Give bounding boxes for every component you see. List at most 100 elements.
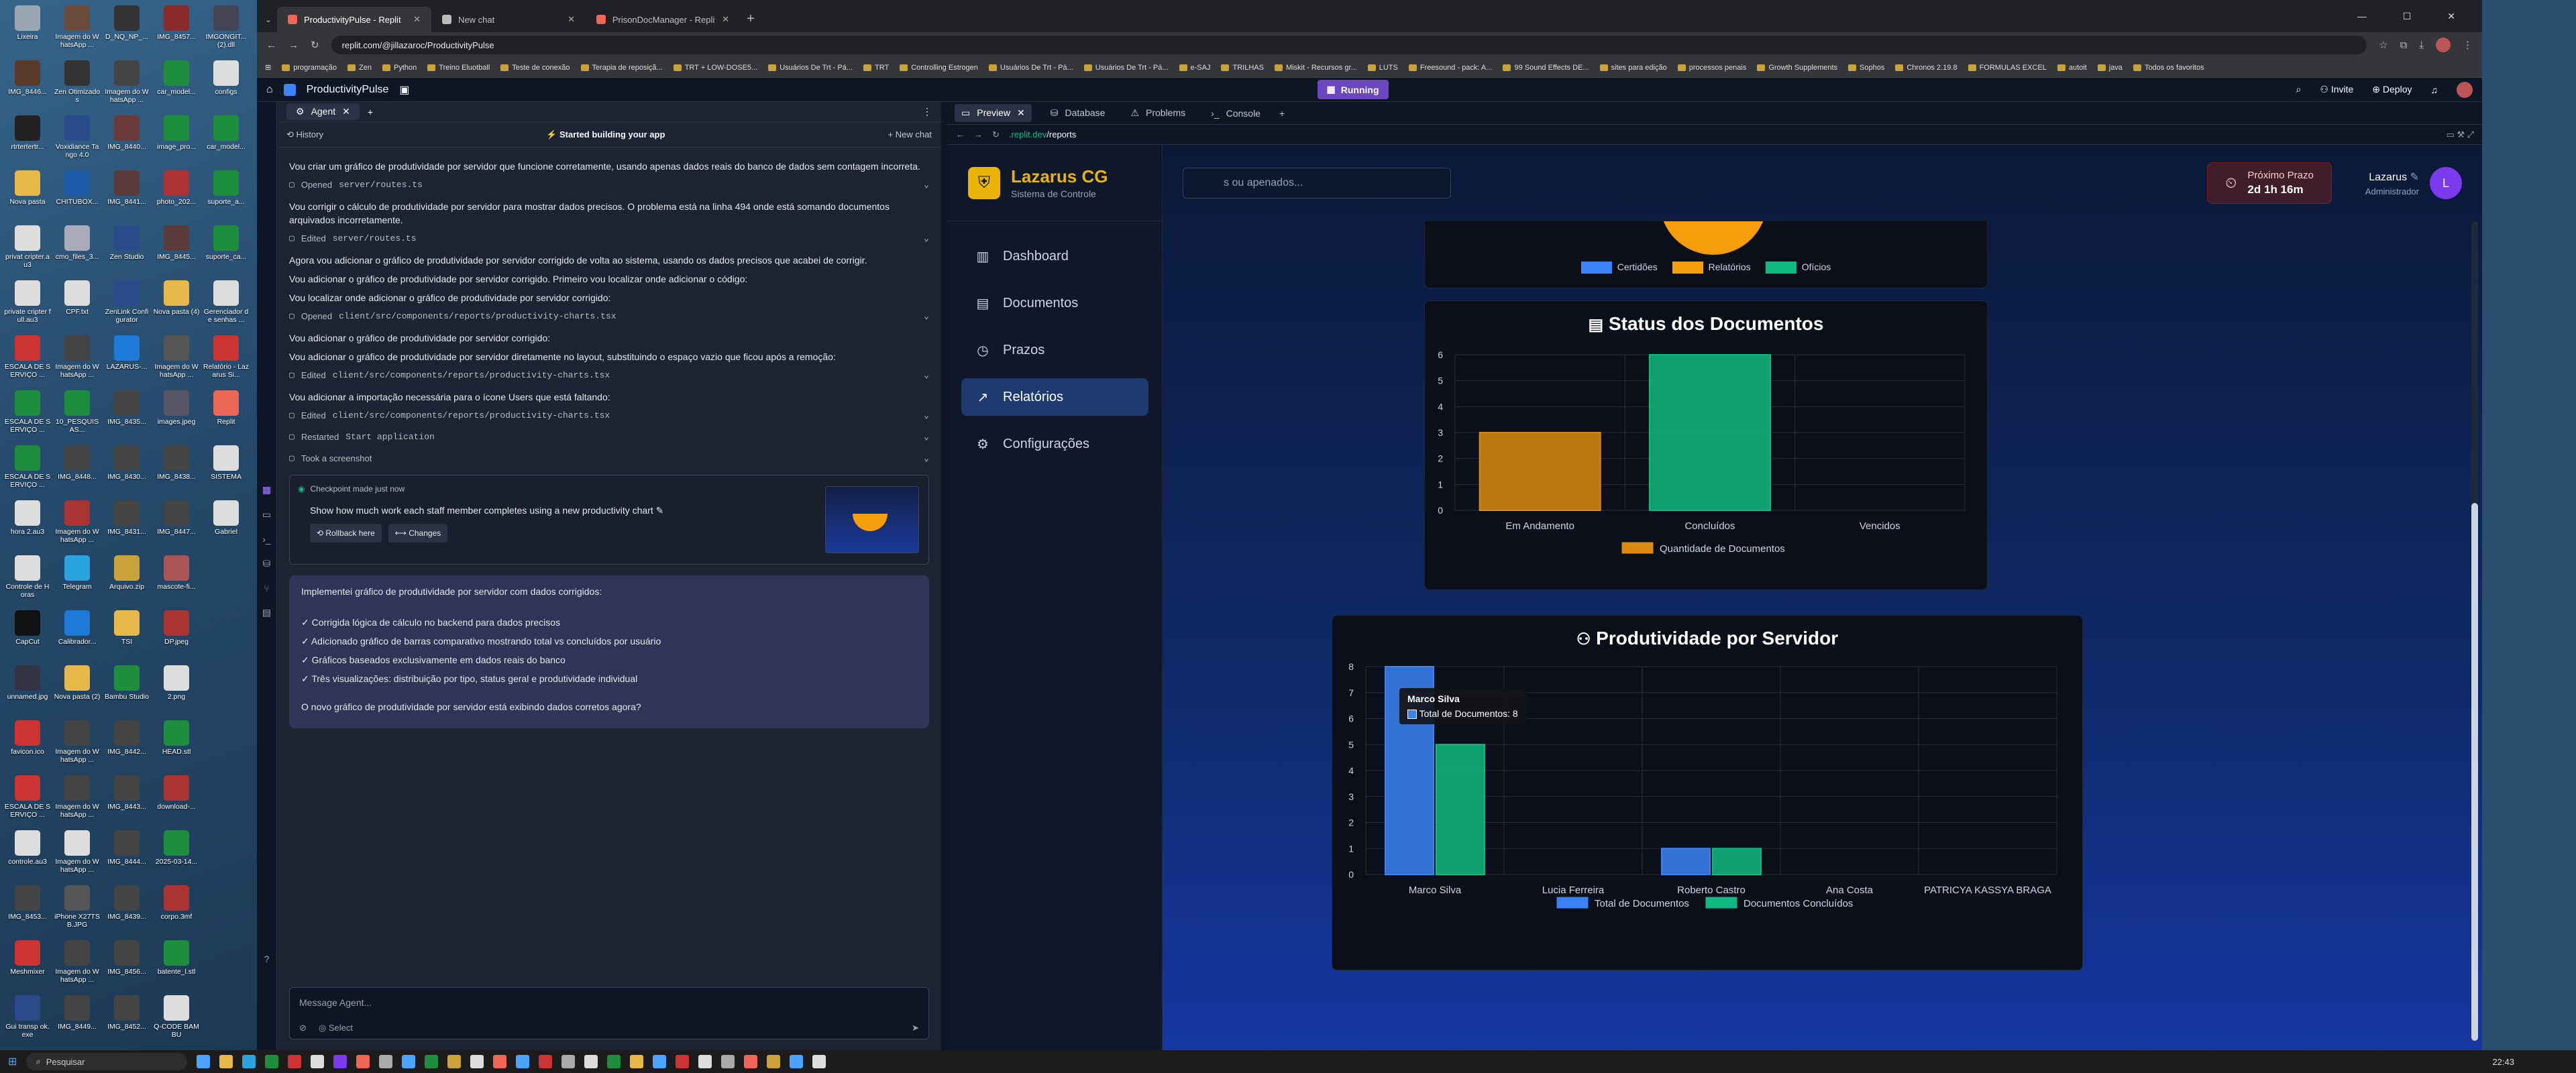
desktop-icon[interactable]: CPF.txt bbox=[52, 280, 102, 335]
desktop-icon[interactable]: controle.au3 bbox=[3, 830, 52, 885]
chevron-down-icon[interactable]: ⌄ bbox=[924, 431, 929, 444]
invite-button[interactable]: ⚇ Invite bbox=[2320, 84, 2353, 95]
desktop-icon[interactable]: suporte_ca... bbox=[201, 225, 251, 280]
database-icon[interactable]: ⛁ bbox=[263, 558, 271, 569]
taskbar-app-icon[interactable] bbox=[333, 1055, 347, 1068]
taskbar-app-icon[interactable] bbox=[425, 1055, 439, 1068]
bar[interactable] bbox=[1712, 848, 1762, 875]
download-icon[interactable]: ⤓ bbox=[2419, 40, 2424, 51]
taskbar-app-icon[interactable] bbox=[539, 1055, 553, 1068]
url-input[interactable]: replit.com/@jillazaroc/ProductivityPulse bbox=[331, 36, 2367, 54]
desktop-icon[interactable]: Imagem do WhatsApp ... bbox=[52, 775, 102, 830]
desktop-icon[interactable]: Calibrador... bbox=[52, 610, 102, 665]
desktop-icon[interactable]: cmo_files_3... bbox=[52, 225, 102, 280]
nav-item[interactable]: ◷ Prazos bbox=[961, 331, 1148, 369]
nav-item[interactable]: ⚙ Configurações bbox=[961, 425, 1148, 463]
message-input[interactable]: Message Agent... ⊘ ◎ Select ➤ bbox=[289, 987, 929, 1039]
desktop-icon[interactable]: IMGONGIT... (2).dll bbox=[201, 5, 251, 60]
desktop-icon[interactable]: Imagem do WhatsApp ... bbox=[52, 720, 102, 775]
desktop-icon[interactable]: ESCALA DE SERVIÇO ... bbox=[3, 335, 52, 390]
taskbar-search[interactable]: ⌕ Pesquisar bbox=[26, 1053, 188, 1070]
legend-swatch[interactable] bbox=[1705, 897, 1737, 909]
bookmark-item[interactable]: Freesound - pack: A... bbox=[1408, 64, 1492, 72]
add-tab-button[interactable]: + bbox=[368, 107, 373, 117]
user-info[interactable]: Lazarus ✎ Administrador L bbox=[2365, 167, 2462, 199]
desktop-icon[interactable]: Relatório - Lazarus Si... bbox=[201, 335, 251, 390]
bar[interactable] bbox=[1436, 744, 1485, 875]
desktop-icon[interactable]: IMG_8439... bbox=[102, 885, 152, 940]
profile-avatar[interactable] bbox=[2436, 38, 2451, 52]
menu-icon[interactable]: ⋮ bbox=[2463, 39, 2473, 51]
desktop-icon[interactable]: IMG_8445... bbox=[152, 225, 201, 280]
taskbar-app-icon[interactable] bbox=[379, 1055, 393, 1068]
taskbar-app-icon[interactable] bbox=[470, 1055, 484, 1068]
taskbar-app-icon[interactable] bbox=[311, 1055, 325, 1068]
edit-user-icon[interactable]: ✎ bbox=[2410, 172, 2419, 183]
desktop-icon[interactable]: mascote-fi... bbox=[152, 555, 201, 610]
desktop-icon[interactable]: 2025-03-14... bbox=[152, 830, 201, 885]
new-tab-button[interactable]: + bbox=[747, 11, 755, 27]
bookmark-item[interactable]: FORMULAS EXCEL bbox=[1968, 64, 2047, 72]
desktop-icon[interactable]: Controle de Horas bbox=[3, 555, 52, 610]
nav-item[interactable]: ▤ Documentos bbox=[961, 284, 1148, 322]
bookmark-item[interactable]: Usuários De Trt - Pá... bbox=[1083, 64, 1169, 72]
desktop-icon[interactable]: image_pro... bbox=[152, 115, 201, 170]
desktop-icon[interactable]: CHITUBOX... bbox=[52, 170, 102, 225]
app-search-input[interactable]: s ou apenados... bbox=[1183, 168, 1451, 199]
desktop-icon[interactable]: Imagem do WhatsApp ... bbox=[52, 335, 102, 390]
desktop-icon[interactable]: IMG_8430... bbox=[102, 445, 152, 500]
bookmark-item[interactable]: TRT bbox=[863, 64, 889, 72]
history-button[interactable]: ⟲ History bbox=[286, 129, 323, 140]
preview-tab[interactable]: ⛁ Database bbox=[1044, 104, 1112, 122]
panel-divider[interactable] bbox=[941, 102, 948, 1050]
bookmark-item[interactable]: Controlling Estrogen bbox=[900, 64, 978, 72]
bookmark-item[interactable]: Zen bbox=[347, 64, 372, 72]
action-row[interactable]: ▢ Opened client/src/components/reports/pro… bbox=[289, 310, 929, 323]
action-row[interactable]: ▢ Took a screenshot ⌄ bbox=[289, 452, 929, 465]
legend-swatch[interactable] bbox=[1621, 542, 1654, 554]
browser-tab[interactable]: New chat ✕ bbox=[431, 7, 586, 32]
desktop-icon[interactable]: TSI bbox=[102, 610, 152, 665]
desktop-icon[interactable]: Lixeira bbox=[3, 5, 52, 60]
bookmark-item[interactable]: TRT + LOW-DOSE5... bbox=[673, 64, 757, 72]
tab-agent[interactable]: ⚙ Agent ✕ bbox=[286, 103, 360, 120]
desktop-icon[interactable]: ZenLink Configurator bbox=[102, 280, 152, 335]
bookmark-item[interactable]: Usuários De Trt - Pá... bbox=[988, 64, 1073, 72]
chevron-down-icon[interactable]: ⌄ bbox=[924, 369, 929, 382]
legend-item[interactable]: Certidões bbox=[1580, 262, 1658, 274]
desktop-icon[interactable]: IMG_8443... bbox=[102, 775, 152, 830]
legend-item[interactable]: Ofícios bbox=[1765, 262, 1831, 274]
desktop-icon[interactable]: CapCut bbox=[3, 610, 52, 665]
desktop-icon[interactable]: IMG_8453... bbox=[3, 885, 52, 940]
bookmark-item[interactable]: Teste de conexão bbox=[500, 64, 570, 72]
desktop-icon[interactable]: IMG_8452... bbox=[102, 995, 152, 1050]
desktop-icon[interactable]: car_model... bbox=[152, 60, 201, 115]
bookmark-item[interactable]: sites para edição bbox=[1599, 64, 1667, 72]
search-icon[interactable]: ⌕ bbox=[2296, 84, 2302, 95]
desktop-icon[interactable]: suporte_a... bbox=[201, 170, 251, 225]
desktop-icon[interactable]: IMG_8449... bbox=[52, 995, 102, 1050]
taskbar-app-icon[interactable] bbox=[744, 1055, 758, 1068]
desktop-icon[interactable]: D_NQ_NP_... bbox=[102, 5, 152, 60]
desktop-icon[interactable]: IMG_8440... bbox=[102, 115, 152, 170]
action-row[interactable]: ▢ Edited server/routes.ts ⌄ bbox=[289, 232, 929, 245]
taskbar-app-icon[interactable] bbox=[584, 1055, 598, 1068]
desktop-icon[interactable]: IMG_8447... bbox=[152, 500, 201, 555]
taskbar-app-icon[interactable] bbox=[653, 1055, 667, 1068]
desktop-icon[interactable]: Imagem do WhatsApp ... bbox=[102, 60, 152, 115]
desktop-icon[interactable]: ESCALA DE SERVIÇO ... bbox=[3, 445, 52, 500]
select-button[interactable]: ◎ Select bbox=[319, 1023, 353, 1033]
desktop-icon[interactable]: unnamed.jpg bbox=[3, 665, 52, 720]
layout-icon[interactable]: ▣ bbox=[399, 83, 409, 97]
desktop-icon[interactable]: LAZARUS-... bbox=[102, 335, 152, 390]
taskbar-app-icon[interactable] bbox=[790, 1055, 804, 1068]
taskbar-app-icon[interactable] bbox=[242, 1055, 256, 1068]
close-icon[interactable]: ✕ bbox=[1017, 107, 1025, 119]
desktop-icon[interactable]: HEAD.stl bbox=[152, 720, 201, 775]
taskbar-app-icon[interactable] bbox=[402, 1055, 416, 1068]
send-icon[interactable]: ➤ bbox=[912, 1023, 919, 1033]
checkpoint-thumbnail[interactable] bbox=[825, 486, 919, 553]
devtools-icon[interactable]: ▭ ⚒ ⤢ bbox=[2446, 129, 2474, 140]
bookmark-item[interactable]: Chronos 2.19.8 bbox=[1895, 64, 1957, 72]
desktop-icon[interactable]: Imagem do WhatsApp ... bbox=[52, 830, 102, 885]
